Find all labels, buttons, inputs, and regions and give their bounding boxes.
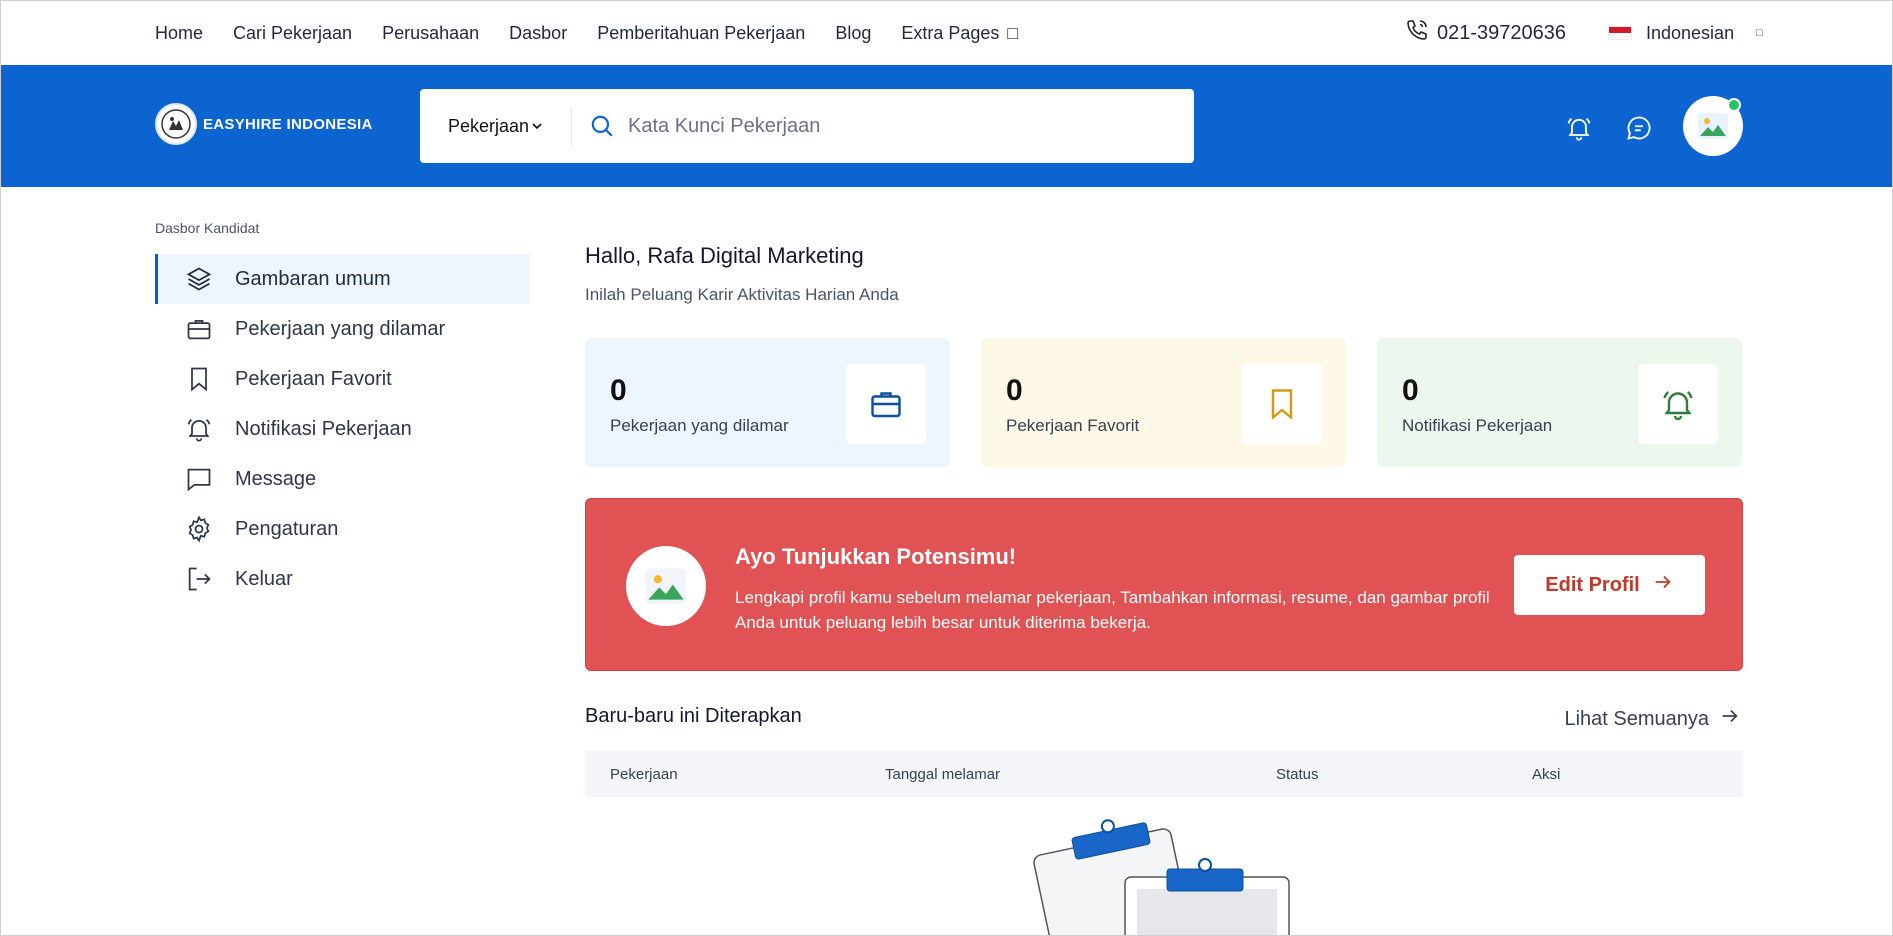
briefcase-icon: [185, 315, 213, 343]
see-all-label: Lihat Semuanya: [1564, 707, 1709, 730]
stat-card-favorites[interactable]: 0 Pekerjaan Favorit: [981, 338, 1346, 467]
language-label: Indonesian: [1646, 22, 1735, 43]
sidebar-item-label: Pekerjaan yang dilamar: [235, 317, 446, 340]
sidebar-item-label: Pengaturan: [235, 517, 339, 540]
column-header-job: Pekerjaan: [610, 766, 678, 783]
search-category-label: Pekerjaan: [447, 115, 530, 136]
briefcase-icon: [846, 364, 926, 444]
sidebar-item-label: Gambaran umum: [235, 267, 391, 290]
top-navigation: Home Cari Pekerjaan Perusahaan Dasbor Pe…: [1, 1, 1892, 65]
sidebar-item-label: Keluar: [235, 567, 293, 590]
column-header-action: Aksi: [1532, 766, 1561, 783]
nav-pemberitahuan-pekerjaan[interactable]: Pemberitahuan Pekerjaan: [597, 23, 805, 44]
recent-applications-title: Baru-baru ini Diterapkan: [585, 705, 802, 727]
logo-mark-icon: [155, 103, 197, 145]
banner-description: Lengkapi profil kamu sebelum melamar pek…: [735, 588, 1490, 632]
stat-value: 0: [1006, 374, 1023, 407]
empty-state-clipboard-illustration: [1031, 819, 1301, 935]
sidebar-item-overview[interactable]: Gambaran umum: [155, 254, 530, 304]
stat-label: Pekerjaan Favorit: [1006, 416, 1140, 435]
app-frame: Home Cari Pekerjaan Perusahaan Dasbor Pe…: [0, 0, 1893, 936]
sidebar-item-applied-jobs[interactable]: Pekerjaan yang dilamar: [155, 304, 530, 354]
search-icon: [588, 112, 616, 140]
table-header: Pekerjaan Tanggal melamar Status Aksi: [585, 751, 1743, 797]
message-icon: [185, 465, 213, 493]
image-placeholder-icon: [626, 546, 706, 626]
layers-icon: [185, 265, 213, 293]
indonesia-flag-icon: [1608, 26, 1632, 40]
phone-icon: [1405, 18, 1429, 48]
edit-profile-label: Edit Profil: [1545, 573, 1640, 596]
search-category-select[interactable]: Pekerjaan: [420, 106, 572, 146]
phone-contact[interactable]: 021-39720636: [1405, 19, 1566, 47]
bell-icon: [185, 415, 213, 443]
bell-icon: [1638, 364, 1718, 444]
sidebar-item-label: Message: [235, 467, 317, 490]
stat-value: 0: [610, 374, 627, 407]
stat-label: Notifikasi Pekerjaan: [1402, 416, 1553, 435]
search-bar: Pekerjaan: [420, 89, 1194, 163]
column-header-status: Status: [1276, 766, 1319, 783]
see-all-link[interactable]: Lihat Semuanya: [1564, 705, 1741, 733]
stat-card-applied[interactable]: 0 Pekerjaan yang dilamar: [585, 338, 950, 467]
chat-icon[interactable]: [1624, 113, 1654, 143]
bell-icon[interactable]: [1564, 113, 1594, 143]
chevron-down-icon: [531, 116, 543, 137]
phone-number: 021-39720636: [1437, 21, 1567, 44]
sidebar-item-message[interactable]: Message: [155, 454, 530, 504]
chevron-down-icon: □: [1756, 27, 1763, 39]
edit-profile-button[interactable]: Edit Profil: [1514, 555, 1705, 615]
nav-links: Home Cari Pekerjaan Perusahaan Dasbor Pe…: [155, 1, 1018, 65]
nav-extra-pages[interactable]: Extra Pages □: [901, 23, 1018, 44]
nav-dasbor[interactable]: Dasbor: [509, 23, 567, 44]
stat-value: 0: [1402, 374, 1419, 407]
sidebar-item-favorite-jobs[interactable]: Pekerjaan Favorit: [155, 354, 530, 404]
nav-perusahaan[interactable]: Perusahaan: [382, 23, 479, 44]
sidebar-title: Dasbor Kandidat: [155, 220, 260, 236]
sidebar-item-logout[interactable]: Keluar: [155, 554, 530, 604]
sidebar-item-job-notifications[interactable]: Notifikasi Pekerjaan: [155, 404, 530, 454]
online-status-dot: [1727, 98, 1741, 112]
profile-completion-banner: Ayo Tunjukkan Potensimu! Lengkapi profil…: [585, 498, 1743, 671]
logout-icon: [185, 565, 213, 593]
greeting-title: Hallo, Rafa Digital Marketing: [585, 243, 864, 268]
bookmark-icon: [1242, 364, 1322, 444]
brand-logo[interactable]: EASYHIRE INDONESIA: [155, 103, 373, 145]
nav-home[interactable]: Home: [155, 23, 203, 44]
search-input[interactable]: [628, 114, 1168, 138]
sidebar-menu: Gambaran umum Pekerjaan yang dilamar Pek…: [155, 254, 530, 604]
sidebar-item-label: Notifikasi Pekerjaan: [235, 417, 412, 440]
chevron-down-icon: □: [1007, 22, 1019, 43]
image-placeholder-icon: [1698, 113, 1728, 139]
column-header-date: Tanggal melamar: [885, 766, 1001, 783]
greeting-subtitle: Inilah Peluang Karir Aktivitas Harian An…: [585, 285, 899, 304]
logo-text: EASYHIRE INDONESIA: [203, 115, 373, 133]
stat-card-notifications[interactable]: 0 Notifikasi Pekerjaan: [1377, 338, 1742, 467]
arrow-right-icon: [1719, 705, 1741, 733]
gear-icon: [185, 515, 213, 543]
nav-blog[interactable]: Blog: [835, 23, 871, 44]
nav-cari-pekerjaan[interactable]: Cari Pekerjaan: [233, 23, 352, 44]
sidebar-item-label: Pekerjaan Favorit: [235, 367, 392, 390]
language-selector[interactable]: Indonesian □: [1608, 19, 1763, 47]
banner-title: Ayo Tunjukkan Potensimu!: [735, 544, 1017, 569]
sidebar-item-settings[interactable]: Pengaturan: [155, 504, 530, 554]
nav-extra-pages-label: Extra Pages: [901, 22, 1000, 43]
stat-label: Pekerjaan yang dilamar: [610, 416, 789, 435]
arrow-right-icon: [1652, 571, 1674, 599]
bookmark-icon: [185, 365, 213, 393]
user-avatar[interactable]: [1683, 96, 1743, 156]
